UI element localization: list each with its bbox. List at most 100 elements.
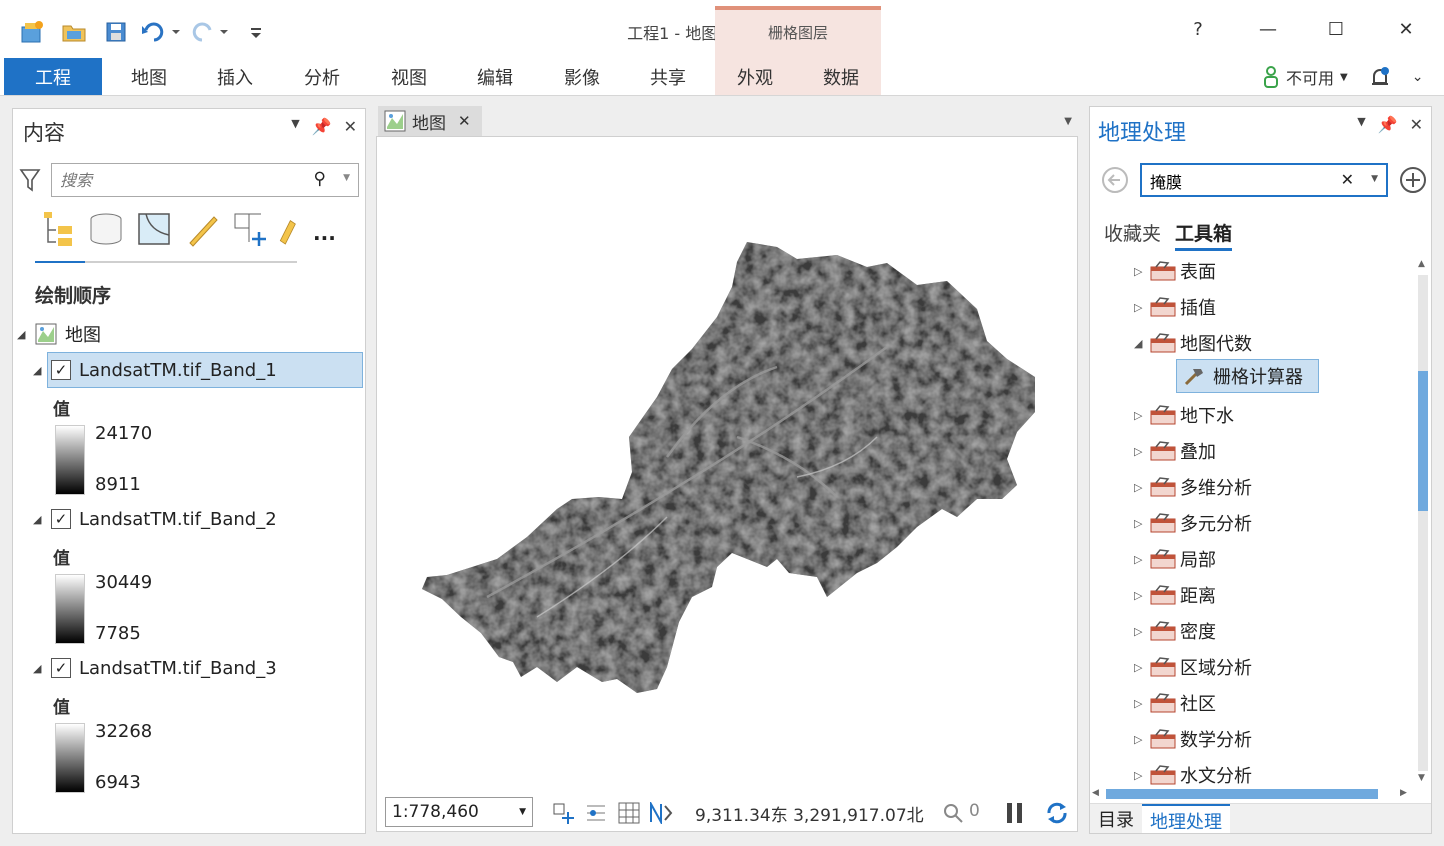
geoprocessing-search-box[interactable]: ✕ ▼ <box>1140 163 1388 197</box>
toolbox-row[interactable]: ▷ 密度 <box>1134 613 1216 649</box>
layer-row[interactable]: ◢ ✓ LandsatTM.tif_Band_2 <box>33 502 277 536</box>
toolbox-row[interactable]: ◢ 地图代数 <box>1134 325 1252 361</box>
navigation-icon[interactable] <box>551 801 575 825</box>
close-button[interactable]: ✕ <box>1386 14 1426 44</box>
color-ramp[interactable] <box>55 574 85 644</box>
pin-icon[interactable]: 📌 <box>312 117 332 136</box>
expand-arrow-icon[interactable]: ▷ <box>1134 445 1150 458</box>
new-project-icon[interactable] <box>18 18 46 46</box>
layer-visibility-checkbox[interactable]: ✓ <box>51 658 71 678</box>
toolbox-row[interactable]: ▷ 插值 <box>1134 289 1216 325</box>
toolbox-row[interactable]: ▷ 距离 <box>1134 577 1216 613</box>
expand-collapse-icon[interactable]: ◢ <box>33 662 47 675</box>
help-button[interactable]: ? <box>1178 14 1218 44</box>
search-icon[interactable]: ⚲ <box>314 169 326 189</box>
layer-row[interactable]: ◢ ✓ LandsatTM.tif_Band_1 <box>33 353 277 387</box>
tab-favorites[interactable]: 收藏夹 <box>1104 219 1161 251</box>
contents-search-input[interactable] <box>52 164 358 196</box>
list-by-data-source-icon[interactable] <box>87 209 125 249</box>
tab-catalog[interactable]: 目录 <box>1090 804 1142 833</box>
list-by-drawing-order-icon[interactable] <box>39 209 77 249</box>
tab-edit[interactable]: 编辑 <box>458 58 532 95</box>
expand-arrow-icon[interactable]: ▷ <box>1134 589 1150 602</box>
coordinate-system-icon[interactable] <box>584 801 608 825</box>
tab-toolboxes[interactable]: 工具箱 <box>1175 219 1233 251</box>
tab-appearance[interactable]: 外观 <box>718 58 792 95</box>
tab-geoprocessing[interactable]: 地理处理 <box>1142 804 1230 833</box>
tab-insert[interactable]: 插入 <box>198 58 272 95</box>
color-ramp[interactable] <box>55 425 85 495</box>
close-icon[interactable]: ✕ <box>344 117 357 136</box>
contents-search-box[interactable]: ⚲ ▼ <box>51 163 359 197</box>
grid-icon[interactable] <box>617 801 641 825</box>
expand-arrow-icon[interactable]: ▷ <box>1134 697 1150 710</box>
maximize-button[interactable]: ☐ <box>1316 14 1356 44</box>
clear-search-icon[interactable]: ✕ <box>1341 170 1354 189</box>
undo-icon[interactable] <box>138 18 182 46</box>
tab-map[interactable]: 地图 <box>112 58 186 95</box>
toolbox-row[interactable]: ▷ 多元分析 <box>1134 505 1252 541</box>
toolbox-row[interactable]: ▷ 叠加 <box>1134 433 1216 469</box>
redo-icon[interactable] <box>186 18 230 46</box>
layer-row[interactable]: ◢ ✓ LandsatTM.tif_Band_3 <box>33 651 277 685</box>
toolbox-row[interactable]: ▷ 数学分析 <box>1134 721 1252 757</box>
customize-toolbar-icon[interactable] <box>242 18 270 46</box>
expand-collapse-icon[interactable]: ◢ <box>33 513 47 526</box>
expand-arrow-icon[interactable]: ▷ <box>1134 733 1150 746</box>
chevron-down-icon[interactable]: ▼ <box>1064 116 1072 127</box>
toolbox-row[interactable]: ▷ 区域分析 <box>1134 649 1252 685</box>
pause-drawing-icon[interactable] <box>1003 801 1027 825</box>
layer-visibility-checkbox[interactable]: ✓ <box>51 509 71 529</box>
north-arrow-icon[interactable] <box>649 801 673 825</box>
color-ramp[interactable] <box>55 723 85 793</box>
expand-arrow-icon[interactable]: ▷ <box>1134 301 1150 314</box>
close-icon[interactable]: ✕ <box>458 112 471 130</box>
open-folder-icon[interactable] <box>60 18 88 46</box>
toolbox-row[interactable]: ▷ 地下水 <box>1134 397 1234 433</box>
tab-view[interactable]: 视图 <box>372 58 446 95</box>
layer-visibility-checkbox[interactable]: ✓ <box>51 360 71 380</box>
expand-arrow-icon[interactable]: ▷ <box>1134 661 1150 674</box>
user-status-area[interactable]: 不可用 ▼ ⌄ <box>1262 62 1423 92</box>
list-by-snapping-icon[interactable] <box>231 209 269 249</box>
tab-data[interactable]: 数据 <box>804 58 878 95</box>
tab-analysis[interactable]: 分析 <box>285 58 359 95</box>
map-canvas[interactable]: 1:778,460 ▼ 9,311.34东 3,291,917.07北 0 <box>376 136 1078 832</box>
collapse-arrow-icon[interactable]: ◢ <box>1134 337 1150 350</box>
tool-raster-calculator[interactable]: 栅格计算器 <box>1176 359 1319 393</box>
selection-count-icon[interactable] <box>941 801 965 825</box>
expand-collapse-icon[interactable]: ◢ <box>17 328 31 341</box>
list-by-selection-icon[interactable] <box>135 209 173 249</box>
save-icon[interactable] <box>102 18 130 46</box>
expand-arrow-icon[interactable]: ▷ <box>1134 553 1150 566</box>
expand-arrow-icon[interactable]: ▷ <box>1134 265 1150 278</box>
vertical-scrollbar[interactable]: ▲ ▼ <box>1416 259 1430 787</box>
chevron-down-icon[interactable]: ▼ <box>343 173 350 183</box>
pin-icon[interactable]: 📌 <box>1378 115 1398 134</box>
expand-arrow-icon[interactable]: ▷ <box>1134 517 1150 530</box>
map-row[interactable]: ◢ 地图 <box>17 317 101 351</box>
list-by-labeling-icon[interactable] <box>277 209 297 249</box>
pane-options-icon[interactable]: ▼ <box>291 117 299 136</box>
filter-icon[interactable] <box>19 167 41 197</box>
expand-arrow-icon[interactable]: ▷ <box>1134 481 1150 494</box>
toolbox-row[interactable]: ▷ 多维分析 <box>1134 469 1252 505</box>
toolbox-row[interactable]: ▷ 表面 <box>1134 253 1216 289</box>
minimize-button[interactable]: — <box>1248 14 1288 44</box>
tab-project[interactable]: 工程 <box>4 58 102 95</box>
scrollbar-thumb[interactable] <box>1418 371 1428 511</box>
expand-arrow-icon[interactable]: ▷ <box>1134 625 1150 638</box>
scrollbar-thumb[interactable] <box>1106 789 1378 799</box>
toolbox-row[interactable]: ▷ 局部 <box>1134 541 1216 577</box>
refresh-icon[interactable] <box>1045 801 1069 825</box>
expand-arrow-icon[interactable]: ▷ <box>1134 769 1150 782</box>
list-by-editing-icon[interactable] <box>183 209 221 249</box>
close-icon[interactable]: ✕ <box>1410 115 1423 134</box>
tab-imagery[interactable]: 影像 <box>545 58 619 95</box>
add-icon[interactable] <box>1398 165 1428 199</box>
ribbon-collapse-icon[interactable]: ⌄ <box>1412 69 1424 85</box>
raster-map-image[interactable] <box>417 237 1037 707</box>
back-icon[interactable] <box>1100 165 1130 199</box>
toolbox-row[interactable]: ▷ 社区 <box>1134 685 1216 721</box>
expand-arrow-icon[interactable]: ▷ <box>1134 409 1150 422</box>
